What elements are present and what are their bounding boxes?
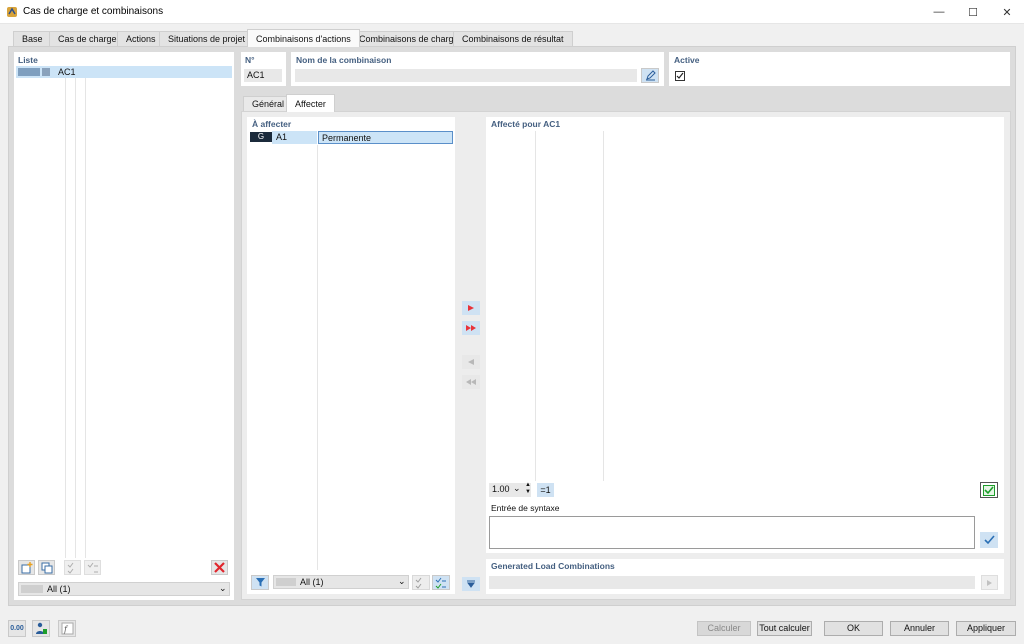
name-field[interactable] (295, 69, 637, 82)
assigned-title: Affecté pour AC1 (491, 119, 561, 129)
filter-swatch (21, 585, 43, 593)
tab-situations-de-projet[interactable]: Situations de projet (159, 31, 255, 46)
active-checkbox[interactable] (675, 71, 685, 81)
spinner-icon[interactable]: ▲ ▼ (525, 482, 531, 496)
column-divider (603, 131, 604, 481)
list-title: Liste (18, 55, 38, 65)
move-down-icon[interactable] (462, 577, 480, 591)
row-name: Permanente (318, 131, 453, 144)
equals-one-button[interactable]: =1 (537, 483, 554, 497)
chevron-down-icon: ⌄ (513, 483, 521, 493)
list-item-label: AC1 (58, 67, 76, 77)
window-title: Cas de charge et combinaisons (23, 6, 164, 17)
list-item[interactable]: AC1 (16, 66, 232, 78)
app-icon (6, 6, 18, 18)
tab-actions[interactable]: Actions (117, 31, 165, 46)
number-panel: N° AC1 (241, 52, 286, 86)
ok-button[interactable]: OK (824, 621, 883, 636)
group-tag: G (250, 132, 272, 142)
table-row[interactable]: G A1 Permanente (249, 131, 453, 144)
column-divider (65, 78, 66, 558)
units-icon-text: 0.00 (10, 625, 24, 632)
name-panel: Nom de la combinaison (291, 52, 664, 86)
toggle-icon[interactable] (432, 575, 450, 590)
generated-title: Generated Load Combinations (491, 561, 615, 571)
delete-icon[interactable] (211, 560, 228, 575)
syntax-label: Entrée de syntaxe (491, 503, 560, 513)
column-divider (535, 131, 536, 481)
generated-next-icon[interactable] (981, 575, 998, 590)
to-assign-title: À affecter (252, 119, 292, 129)
copy-icon[interactable] (38, 560, 55, 575)
column-divider (75, 78, 76, 558)
remove-all-button[interactable] (462, 375, 480, 389)
remove-one-button[interactable] (462, 355, 480, 369)
subtab-affecter[interactable]: Affecter (286, 94, 335, 112)
tab-cas-de-charge[interactable]: Cas de charge (49, 31, 126, 46)
apply-check-button[interactable] (980, 482, 998, 498)
new-item-icon[interactable] (18, 560, 35, 575)
column-divider (85, 78, 86, 558)
units-icon[interactable]: 0.00 (8, 620, 26, 637)
person-icon[interactable] (32, 620, 50, 637)
assigned-panel: Affecté pour AC1 1.00 ⌄ ▲ ▼ =1 Entrée de … (486, 117, 1004, 553)
list-filter-value: All (1) (47, 584, 71, 594)
calculate-all-button[interactable]: Tout calculer (757, 621, 812, 636)
syntax-input[interactable] (489, 516, 975, 549)
edit-name-icon[interactable] (641, 68, 659, 83)
tab-base[interactable]: Base (13, 31, 52, 46)
filter-icon[interactable] (251, 575, 269, 590)
factor-select[interactable]: 1.00 ⌄ ▲ ▼ (489, 482, 531, 497)
name-label: Nom de la combinaison (296, 55, 392, 65)
check-all-icon[interactable] (412, 575, 430, 590)
assign-all-button[interactable] (462, 321, 480, 335)
check-all-icon[interactable] (64, 560, 81, 575)
chevron-down-icon: ⌄ (398, 576, 406, 586)
to-assign-filter-select[interactable]: All (1) ⌄ (273, 575, 409, 589)
list-filter-select[interactable]: All (1) ⌄ (18, 582, 230, 596)
color-swatch (18, 68, 40, 76)
active-panel: Active (669, 52, 1010, 86)
to-assign-panel: À affecter G A1 Permanente All (1) ⌄ (247, 117, 455, 594)
number-label: N° (245, 55, 255, 65)
minimize-button[interactable]: — (922, 0, 956, 24)
cancel-button[interactable]: Annuler (890, 621, 949, 636)
formula-icon[interactable]: f (58, 620, 76, 637)
factor-value: 1.00 (492, 484, 510, 494)
filter-swatch (276, 578, 296, 586)
to-assign-filter-value: All (1) (300, 577, 324, 587)
generated-panel: Generated Load Combinations (486, 559, 1004, 594)
number-field[interactable]: AC1 (244, 69, 282, 82)
uncheck-all-icon[interactable] (84, 560, 101, 575)
column-divider (317, 145, 318, 570)
generated-field (489, 576, 975, 589)
tab-combinaisons-de-resultat[interactable]: Combinaisons de résultat (453, 31, 573, 46)
syntax-confirm-icon[interactable] (980, 532, 998, 548)
chevron-down-icon: ⌄ (219, 583, 227, 593)
tab-combinaisons-actions[interactable]: Combinaisons d'actions (247, 29, 360, 47)
tab-combinaisons-de-charge[interactable]: Combinaisons de charge (350, 31, 468, 46)
apply-button[interactable]: Appliquer (956, 621, 1016, 636)
list-panel: Liste AC1 All (1) ⌄ (14, 52, 234, 600)
calculate-button[interactable]: Calculer (697, 621, 751, 636)
row-code: A1 (272, 131, 317, 144)
title-bar: Cas de charge et combinaisons — ☐ ✕ (0, 0, 1024, 24)
close-button[interactable]: ✕ (990, 0, 1024, 24)
active-label: Active (674, 55, 700, 65)
color-swatch (42, 68, 50, 76)
maximize-button[interactable]: ☐ (956, 0, 990, 24)
assign-one-button[interactable] (462, 301, 480, 315)
